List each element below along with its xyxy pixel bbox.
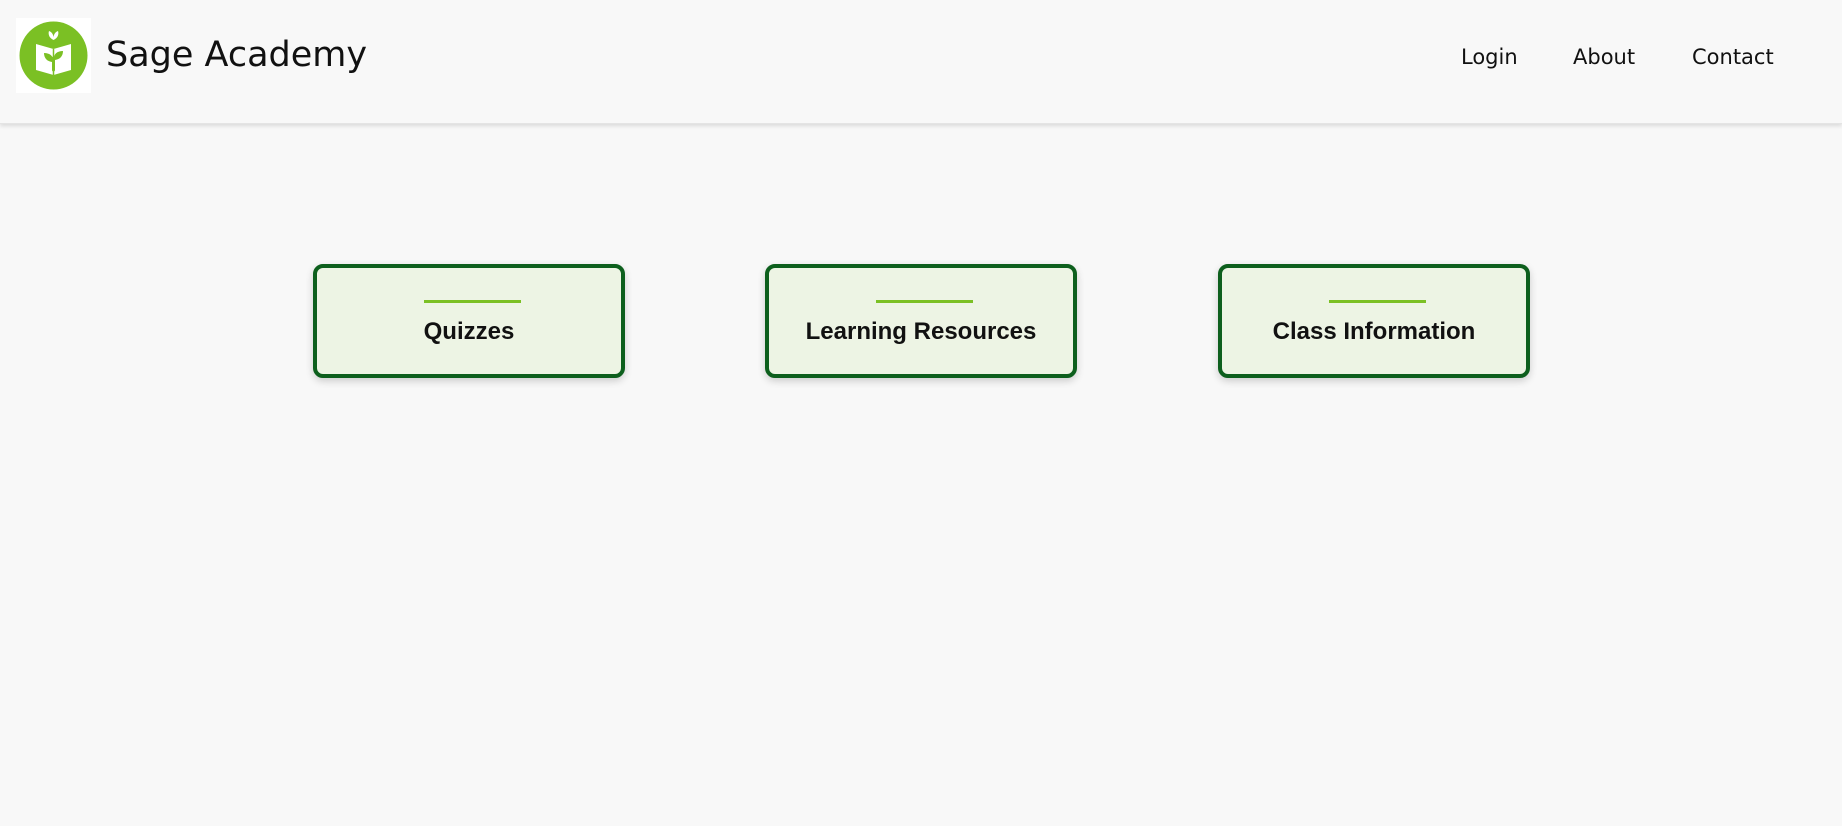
card-accent-rule <box>876 300 973 303</box>
site-header: Sage Academy Login About Contact <box>0 0 1842 124</box>
nav-contact-link[interactable]: Contact <box>1692 43 1774 71</box>
card-title: Quizzes <box>423 318 515 345</box>
site-title[interactable]: Sage Academy <box>106 30 367 80</box>
logo[interactable] <box>16 18 91 93</box>
class-information-card[interactable]: Class Information <box>1218 264 1530 378</box>
nav-about-link[interactable]: About <box>1573 43 1635 71</box>
card-title: Learning Resources <box>805 318 1037 345</box>
card-title: Class Information <box>1272 318 1476 345</box>
card-accent-rule <box>424 300 521 303</box>
learning-resources-card[interactable]: Learning Resources <box>765 264 1077 378</box>
card-accent-rule <box>1329 300 1426 303</box>
quizzes-card[interactable]: Quizzes <box>313 264 625 378</box>
nav-login-link[interactable]: Login <box>1461 43 1518 71</box>
book-sprout-icon <box>19 21 88 90</box>
